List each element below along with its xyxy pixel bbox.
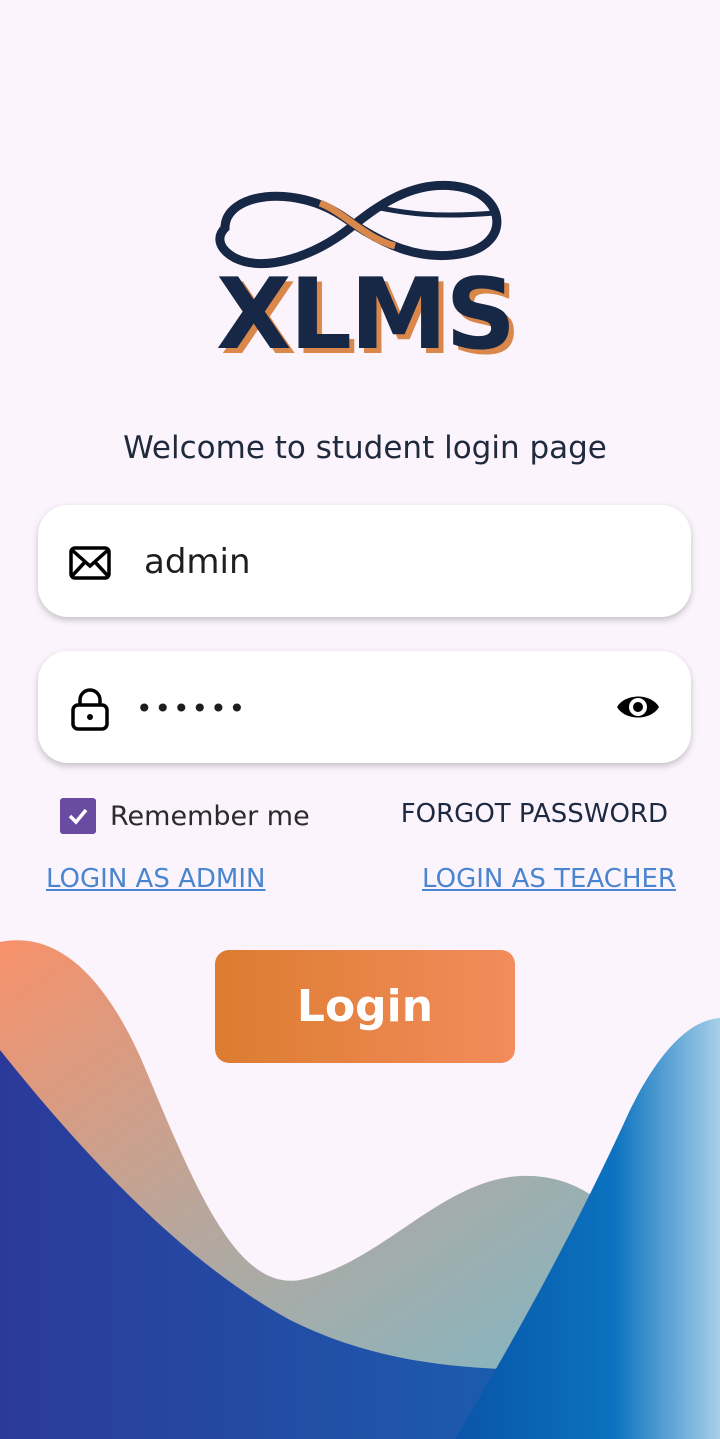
forgot-password-link[interactable]: FORGOT PASSWORD bbox=[401, 799, 668, 829]
envelope-icon bbox=[69, 546, 111, 580]
remember-label: Remember me bbox=[110, 800, 310, 832]
password-input[interactable] bbox=[134, 681, 598, 735]
welcome-text: Welcome to student login page bbox=[123, 430, 607, 466]
brand-name: XLMS bbox=[215, 258, 516, 372]
lock-icon bbox=[71, 688, 109, 731]
login-as-admin-link[interactable]: LOGIN AS ADMIN bbox=[46, 864, 265, 894]
email-field[interactable] bbox=[38, 505, 691, 617]
password-field[interactable] bbox=[38, 651, 691, 763]
app-logo: XLMS bbox=[205, 168, 525, 378]
remember-me[interactable]: Remember me bbox=[60, 798, 310, 834]
remember-checkbox[interactable] bbox=[60, 798, 96, 834]
eye-icon[interactable] bbox=[615, 687, 661, 727]
email-input[interactable] bbox=[142, 535, 606, 589]
login-as-teacher-link[interactable]: LOGIN AS TEACHER bbox=[422, 864, 676, 894]
checkmark-icon bbox=[68, 808, 88, 825]
login-button[interactable]: Login bbox=[215, 950, 515, 1063]
